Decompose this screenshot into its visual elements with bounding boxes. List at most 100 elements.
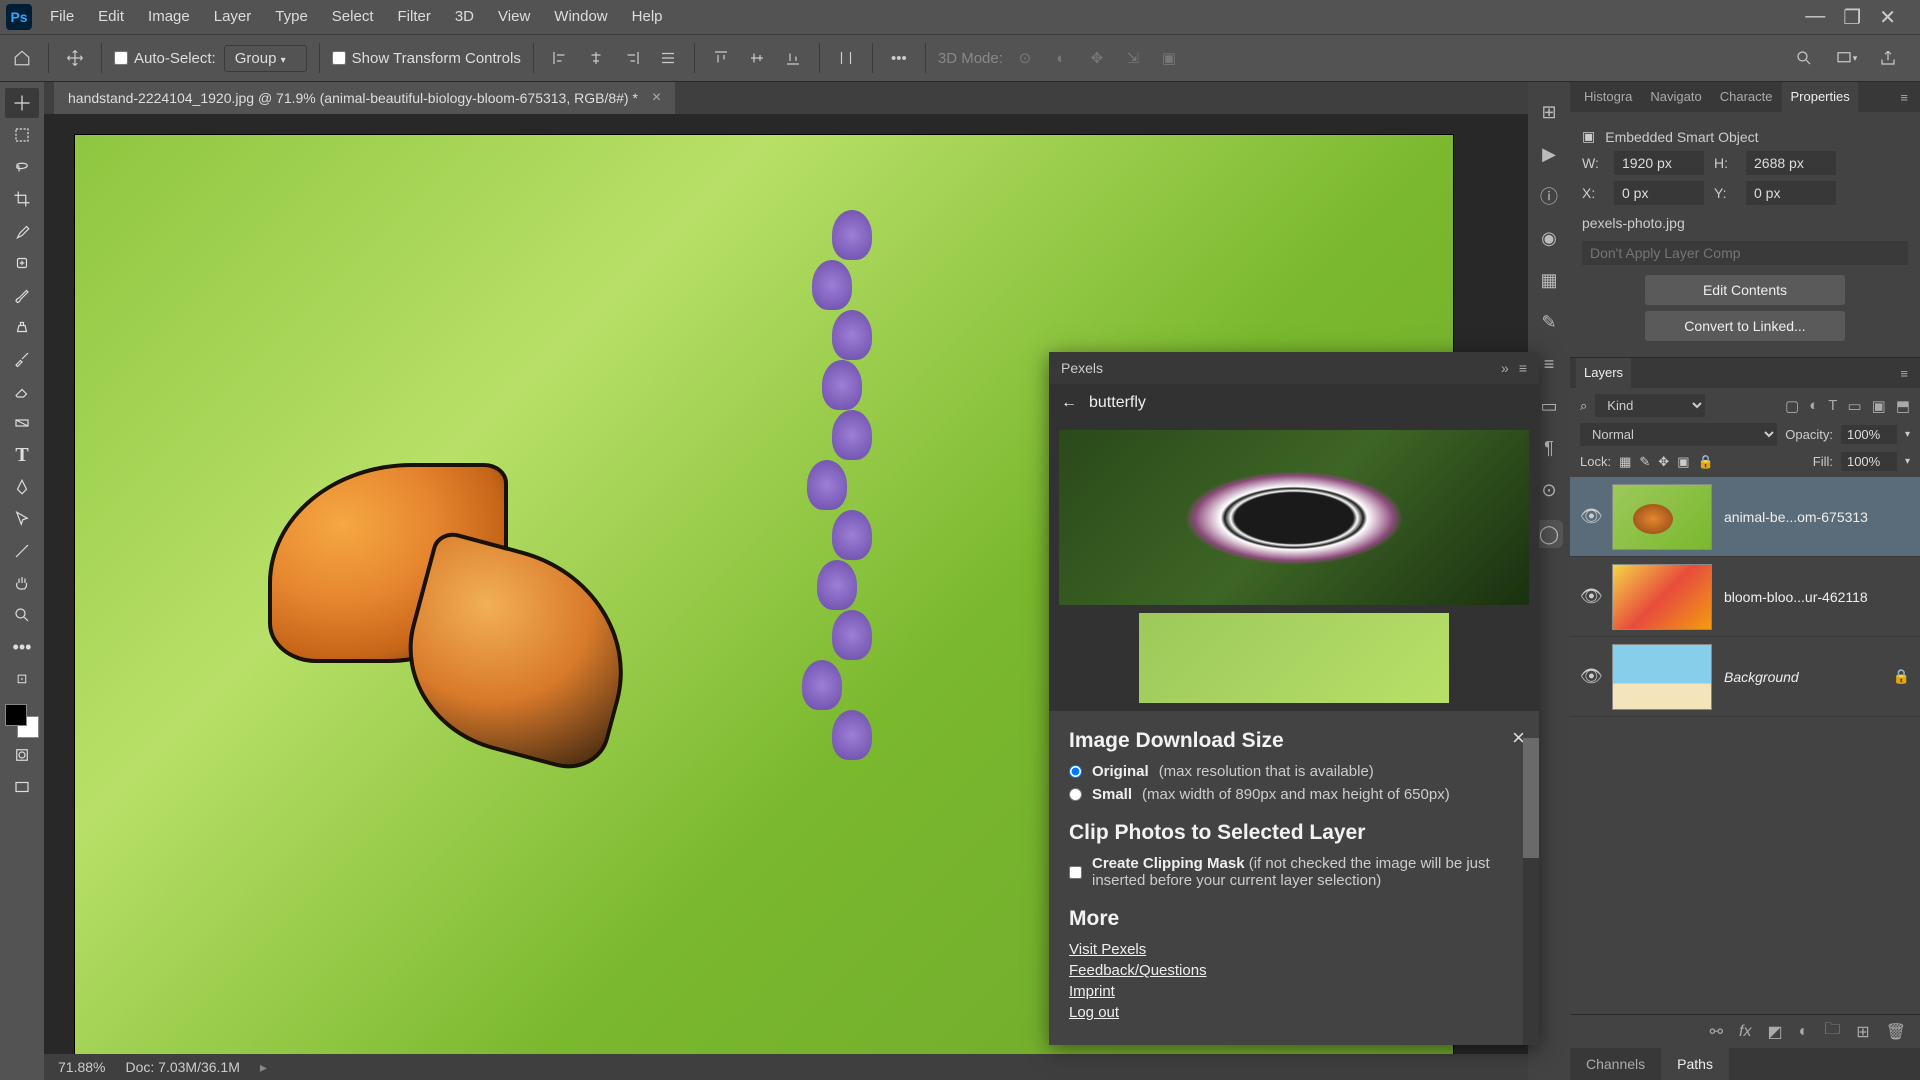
lasso-tool[interactable]	[5, 152, 39, 182]
layer-thumbnail[interactable]	[1612, 564, 1712, 630]
status-arrow-icon[interactable]: ▸	[260, 1059, 267, 1076]
search-icon[interactable]	[1790, 44, 1818, 72]
filter-shape-icon[interactable]: ▭	[1847, 397, 1861, 415]
eraser-tool[interactable]	[5, 376, 39, 406]
layer-filter-select[interactable]: Kind	[1595, 394, 1705, 417]
clone-stamp-tool[interactable]	[5, 312, 39, 342]
pexels-search-term[interactable]: butterfly	[1089, 394, 1146, 412]
filter-search-icon[interactable]: ⌕	[1580, 398, 1587, 414]
tab-character[interactable]: Characte	[1712, 82, 1781, 112]
path-select-tool[interactable]	[5, 504, 39, 534]
document-tab[interactable]: handstand-2224104_1920.jpg @ 71.9% (anim…	[54, 82, 675, 114]
lock-position-icon[interactable]: ✥	[1658, 454, 1669, 470]
filter-smart-icon[interactable]: ▣	[1872, 397, 1886, 415]
auto-select-checkbox[interactable]: Auto-Select:	[114, 50, 216, 67]
info-panel-icon[interactable]: ⓘ	[1537, 184, 1561, 208]
back-arrow-icon[interactable]: ←	[1061, 394, 1077, 412]
align-top-icon[interactable]	[707, 44, 735, 72]
show-transform-checkbox[interactable]: Show Transform Controls	[332, 50, 521, 67]
filter-type-icon[interactable]: T	[1828, 397, 1837, 415]
history-brush-tool[interactable]	[5, 344, 39, 374]
marquee-tool[interactable]	[5, 120, 39, 150]
new-layer-icon[interactable]: ⊞	[1856, 1022, 1869, 1042]
tab-histogram[interactable]: Histogra	[1576, 82, 1640, 112]
window-close-icon[interactable]: ✕	[1879, 5, 1896, 30]
clipping-mask-checkbox[interactable]: Create Clipping Mask (if not checked the…	[1069, 855, 1519, 889]
width-input[interactable]: 1920 px	[1614, 151, 1704, 175]
tab-channels[interactable]: Channels	[1570, 1048, 1661, 1080]
x-input[interactable]	[1614, 181, 1704, 205]
layer-name[interactable]: bloom-bloo...ur-462118	[1724, 589, 1910, 605]
menu-help[interactable]: Help	[620, 0, 675, 34]
tab-navigator[interactable]: Navigato	[1642, 82, 1709, 112]
fill-input[interactable]	[1841, 452, 1897, 471]
layers-menu-icon[interactable]: ≡	[1894, 366, 1914, 381]
zoom-level[interactable]: 71.88%	[58, 1059, 105, 1075]
link-layers-icon[interactable]: ⚯	[1710, 1022, 1723, 1042]
pexels-scrollbar[interactable]	[1523, 738, 1539, 1045]
y-input[interactable]	[1746, 181, 1836, 205]
layer-group-icon[interactable]: 🗀	[1824, 1018, 1840, 1045]
layer-comp-select[interactable]	[1582, 241, 1908, 265]
align-left-icon[interactable]	[546, 44, 574, 72]
gradient-tool[interactable]	[5, 408, 39, 438]
menu-window[interactable]: Window	[542, 0, 619, 34]
swatches-panel-icon[interactable]: ◉	[1537, 226, 1561, 250]
lock-transparency-icon[interactable]: ▦	[1619, 454, 1631, 470]
size-small-radio[interactable]: Small (max width of 890px and max height…	[1069, 786, 1519, 803]
menu-3d[interactable]: 3D	[443, 0, 486, 34]
more-options-icon[interactable]: •••	[885, 44, 913, 72]
move-tool[interactable]	[5, 88, 39, 118]
layer-row[interactable]: 👁 Background 🔒	[1570, 637, 1920, 717]
align-bottom-icon[interactable]	[779, 44, 807, 72]
edit-contents-button[interactable]: Edit Contents	[1645, 275, 1845, 305]
quick-mask-icon[interactable]	[5, 740, 39, 770]
size-original-radio[interactable]: Original (max resolution that is availab…	[1069, 763, 1519, 780]
filter-pixel-icon[interactable]: ▢	[1785, 397, 1799, 415]
layer-thumbnail[interactable]	[1612, 484, 1712, 550]
align-hcenter-icon[interactable]	[582, 44, 610, 72]
menu-file[interactable]: File	[38, 0, 86, 34]
crop-tool[interactable]	[5, 184, 39, 214]
layer-thumbnail[interactable]	[1612, 644, 1712, 710]
align-vcenter-icon[interactable]	[743, 44, 771, 72]
color-swatches[interactable]	[5, 704, 39, 738]
height-input[interactable]: 2688 px	[1746, 151, 1836, 175]
window-minimize-icon[interactable]: —	[1805, 5, 1825, 30]
tab-paths[interactable]: Paths	[1661, 1048, 1729, 1080]
properties-menu-icon[interactable]: ≡	[1894, 90, 1914, 105]
eyedropper-tool[interactable]	[5, 216, 39, 246]
opacity-input[interactable]	[1841, 425, 1897, 444]
glyphs-panel-icon[interactable]: ⊙	[1537, 478, 1561, 502]
layer-row[interactable]: 👁 bloom-bloo...ur-462118	[1570, 557, 1920, 637]
more-tools-icon[interactable]: •••	[5, 632, 39, 662]
menu-view[interactable]: View	[486, 0, 542, 34]
layer-row[interactable]: 👁 animal-be...om-675313	[1570, 477, 1920, 557]
align-right-icon[interactable]	[618, 44, 646, 72]
collapse-panel-icon[interactable]: »	[1501, 360, 1509, 376]
edit-toolbar-icon[interactable]: ⊡	[5, 664, 39, 694]
tab-properties[interactable]: Properties	[1782, 82, 1857, 112]
zoom-tool[interactable]	[5, 600, 39, 630]
layer-mask-icon[interactable]: ◩	[1767, 1022, 1782, 1042]
menu-image[interactable]: Image	[136, 0, 202, 34]
menu-select[interactable]: Select	[320, 0, 386, 34]
menu-layer[interactable]: Layer	[202, 0, 264, 34]
close-tab-icon[interactable]: ×	[652, 89, 661, 107]
visibility-toggle-icon[interactable]: 👁	[1580, 586, 1600, 607]
menu-filter[interactable]: Filter	[386, 0, 443, 34]
panel-menu-icon[interactable]: ≡	[1519, 360, 1527, 376]
lock-artboard-icon[interactable]: ▣	[1677, 454, 1689, 470]
home-icon[interactable]	[8, 44, 36, 72]
menu-type[interactable]: Type	[263, 0, 320, 34]
convert-linked-button[interactable]: Convert to Linked...	[1645, 311, 1845, 341]
actions-panel-icon[interactable]: ▶	[1537, 142, 1561, 166]
share-icon[interactable]	[1874, 44, 1902, 72]
distribute-icon[interactable]	[654, 44, 682, 72]
brushes-panel-icon[interactable]: ✎	[1537, 310, 1561, 334]
filter-adjust-icon[interactable]: ◐	[1809, 397, 1818, 415]
link-logout[interactable]: Log out	[1069, 1004, 1519, 1021]
hand-tool[interactable]	[5, 568, 39, 598]
visibility-toggle-icon[interactable]: 👁	[1580, 506, 1600, 527]
opacity-dropdown-icon[interactable]: ▾	[1905, 429, 1910, 440]
